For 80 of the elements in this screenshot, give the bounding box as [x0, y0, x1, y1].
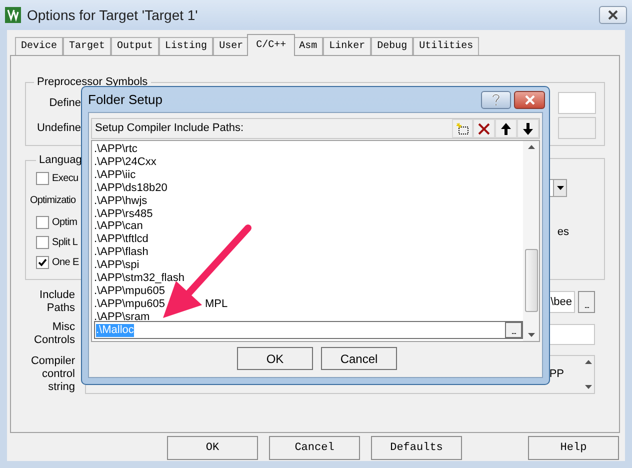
- group-title: Languag: [38, 153, 83, 168]
- option-label: es: [557, 225, 569, 240]
- tab[interactable]: Output: [111, 37, 160, 55]
- list-item[interactable]: .\APP\ds18b20: [94, 182, 523, 195]
- tab[interactable]: Debug: [371, 37, 414, 55]
- list-heading: Setup Compiler Include Paths:: [95, 121, 244, 136]
- scroll-up-icon[interactable]: [528, 145, 534, 149]
- dialog-button[interactable]: OK: [167, 436, 258, 460]
- dialog-title: Folder Setup: [88, 90, 162, 109]
- field-label: Include Paths: [38, 289, 75, 315]
- path-input[interactable]: .\Malloc ...: [94, 321, 523, 339]
- checkbox[interactable]: [36, 216, 49, 229]
- tab[interactable]: Listing: [159, 37, 214, 55]
- list-item[interactable]: .\APP\spi: [94, 259, 523, 272]
- delete-icon: [478, 122, 490, 134]
- scroll-up-icon[interactable]: [584, 360, 592, 364]
- new-folder-icon: [456, 122, 469, 134]
- list-item[interactable]: .\APP\can: [94, 220, 523, 234]
- tab[interactable]: Asm: [293, 37, 324, 55]
- dialog-button[interactable]: OK: [237, 347, 313, 370]
- close-button[interactable]: [599, 6, 627, 24]
- scrollbar-thumb[interactable]: [524, 249, 538, 312]
- list-item[interactable]: .\APP\hwjs: [94, 194, 523, 208]
- list-item[interactable]: .\APP\24Cxx: [94, 156, 523, 169]
- close-icon: [607, 10, 619, 20]
- delete-button[interactable]: [473, 119, 495, 138]
- list-item-text: MPL: [204, 298, 228, 311]
- dialog-button[interactable]: Cancel: [269, 436, 360, 460]
- list-item[interactable]: .\APP\sram: [94, 310, 523, 321]
- list-item[interactable]: .\APP\mpu605: [94, 284, 523, 298]
- scroll-down-icon[interactable]: [584, 384, 592, 388]
- tab[interactable]: C/C++: [247, 34, 296, 56]
- list-item[interactable]: .\APP\rs485: [94, 208, 523, 220]
- field-label: Undefine: [36, 120, 81, 136]
- tab[interactable]: User: [213, 37, 250, 55]
- list-item[interactable]: .\APP\tftlcd: [94, 233, 523, 246]
- browse-button[interactable]: ...: [505, 322, 522, 338]
- field-label: Define: [48, 96, 81, 111]
- app-logo-icon: [5, 7, 21, 23]
- arrow-up-icon: [501, 122, 511, 134]
- close-icon: [524, 94, 536, 104]
- checkbox[interactable]: [36, 236, 49, 249]
- field-label: Misc Controls: [33, 321, 75, 347]
- checkbox-label: Split L: [52, 236, 78, 250]
- tab[interactable]: Device: [15, 37, 64, 55]
- tab[interactable]: Utilities: [413, 37, 480, 55]
- field-label: Compiler control string: [30, 354, 75, 394]
- close-button[interactable]: [514, 90, 545, 108]
- checkbox[interactable]: [36, 172, 49, 185]
- checkbox-label: Execu: [52, 172, 78, 186]
- help-button[interactable]: [481, 90, 511, 108]
- window-title: Options for Target 'Target 1': [27, 6, 198, 25]
- move-up-button[interactable]: [495, 119, 517, 138]
- dialog-button[interactable]: Help: [528, 436, 619, 460]
- dialog-button[interactable]: Defaults: [371, 436, 462, 460]
- help-icon: [492, 94, 500, 106]
- new-folder-button[interactable]: [452, 119, 473, 138]
- field-value: PP: [549, 366, 564, 382]
- define-field[interactable]: [558, 92, 596, 114]
- dialog-button[interactable]: Cancel: [321, 347, 397, 370]
- field-value: \bee: [550, 294, 572, 310]
- list-item[interactable]: .\APP\flash: [94, 246, 523, 260]
- checkbox-label: Optim: [52, 216, 78, 230]
- scroll-down-icon[interactable]: [528, 333, 534, 337]
- undefine-field[interactable]: [558, 117, 596, 139]
- input-text: .\Malloc: [96, 324, 134, 336]
- checkbox-label: One E: [52, 256, 79, 270]
- arrow-down-icon: [523, 122, 533, 134]
- checkbox[interactable]: [36, 256, 49, 269]
- list-item[interactable]: .\APP\mpu605: [94, 298, 165, 311]
- list-item[interactable]: .\APP\iic: [94, 168, 523, 182]
- list-item[interactable]: .\APP\rtc: [94, 143, 523, 156]
- browse-button[interactable]: ...: [578, 291, 595, 313]
- section-label: Optimizatio: [30, 194, 76, 208]
- list-item[interactable]: .\APP\stm32_flash: [94, 272, 523, 285]
- group-title: Preprocessor Symbols: [36, 75, 149, 90]
- tab[interactable]: Linker: [323, 37, 372, 55]
- tab[interactable]: Target: [63, 37, 112, 55]
- scrollbar[interactable]: [523, 141, 539, 341]
- move-down-button[interactable]: [517, 119, 539, 138]
